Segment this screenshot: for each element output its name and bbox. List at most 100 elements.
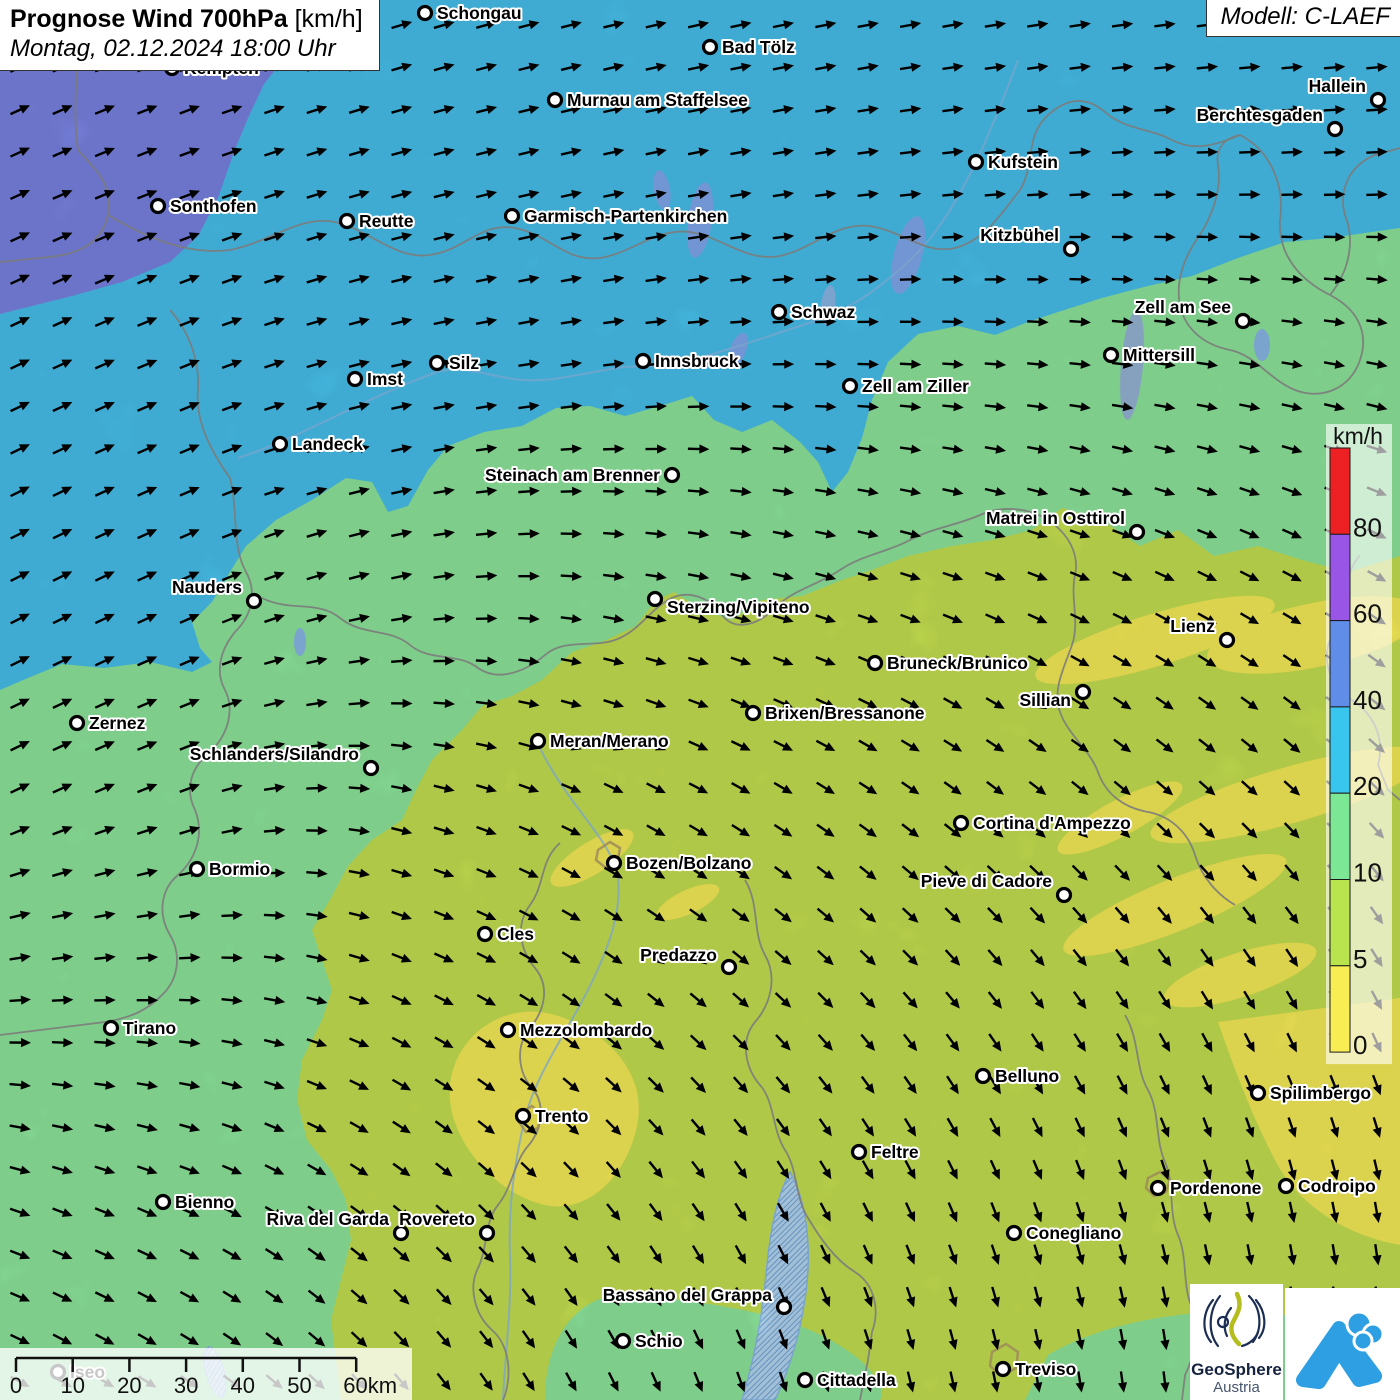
legend-tick-label: 10 — [1353, 858, 1382, 888]
legend-segment — [1330, 448, 1350, 534]
city-label: Matrei in Osttirol — [986, 508, 1125, 528]
legend-segment — [1330, 793, 1350, 879]
city-label: Zell am See — [1135, 297, 1232, 317]
legend-title: km/h — [1333, 423, 1383, 449]
city-label: Bienno — [175, 1192, 234, 1212]
city-label: Schongau — [437, 3, 522, 23]
city-label: Cittadella — [817, 1370, 896, 1390]
city-label: Sonthofen — [170, 196, 257, 216]
city-label: Codroipo — [1298, 1176, 1376, 1196]
legend-tick-label: 5 — [1353, 944, 1367, 974]
scale-tick-label: 30 — [174, 1373, 198, 1398]
scale-tick-label: 10 — [60, 1373, 84, 1398]
city-marker: Garmisch-Partenkirchen — [506, 206, 728, 226]
city-label: Bormio — [209, 859, 270, 879]
city-label: Berchtesgaden — [1197, 105, 1323, 125]
legend: km/h 80 60 40 20 10 5 0 — [1326, 423, 1392, 1064]
city-marker: Sterzing/Vipiteno — [649, 593, 810, 618]
city-label: Hallein — [1309, 76, 1366, 96]
city-marker: Silz — [431, 353, 480, 373]
city-label: Garmisch-Partenkirchen — [524, 206, 727, 226]
city-marker: Brixen/Bressanone — [747, 703, 925, 723]
city-label: Landeck — [292, 434, 363, 454]
legend-segment — [1330, 707, 1350, 793]
legend-segment — [1330, 880, 1350, 966]
city-label: Mezzolombardo — [520, 1020, 652, 1040]
city-label: Meran/Merano — [550, 731, 669, 751]
legend-tick-label: 40 — [1353, 685, 1382, 715]
legend-segment — [1330, 534, 1350, 620]
city-label: Mittersill — [1123, 345, 1195, 365]
legend-tick-label: 80 — [1353, 512, 1382, 542]
city-label: Zernez — [89, 713, 146, 733]
scale-bar-graphic: 0102030405060km — [0, 1348, 412, 1400]
city-marker: Spilimbergo — [1252, 1083, 1372, 1103]
legend-tick-label: 20 — [1353, 771, 1382, 801]
scale-tick-label: 50 — [287, 1373, 311, 1398]
scale-tick-label: 40 — [231, 1373, 255, 1398]
geosphere-country: Austria — [1190, 1379, 1283, 1396]
city-label: Sterzing/Vipiteno — [667, 597, 810, 617]
city-label: Spilimbergo — [1270, 1083, 1371, 1103]
city-label: Trento — [535, 1106, 588, 1126]
scale-tick-label: 20 — [117, 1373, 141, 1398]
geosphere-contour-icon — [1190, 1284, 1283, 1356]
city-marker: Steinach am Brenner — [485, 465, 679, 485]
city-label: Schwaz — [791, 302, 855, 322]
city-marker: Murnau am Staffelsee — [549, 90, 749, 110]
legend-segment — [1330, 966, 1350, 1052]
city-label: Cortina d'Ampezzo — [973, 813, 1131, 833]
city-label: Murnau am Staffelsee — [567, 90, 748, 110]
city-marker: Schio — [617, 1331, 683, 1351]
city-marker: Cles — [479, 924, 535, 944]
city-marker: Zell am Ziller — [844, 376, 970, 396]
city-label: Pieve di Cadore — [921, 871, 1053, 891]
city-label: Brixen/Bressanone — [765, 703, 925, 723]
city-label: Conegliano — [1026, 1223, 1121, 1243]
city-label: Silz — [449, 353, 479, 373]
city-label: Lienz — [1170, 616, 1215, 636]
city-label: Cles — [497, 924, 534, 944]
city-label: Rovereto — [399, 1209, 475, 1229]
model-label: Modell: C-LAEF — [1206, 0, 1400, 37]
partner-logo-box — [1285, 1288, 1400, 1400]
city-label: Kitzbühel — [980, 225, 1059, 245]
city-label: Kufstein — [988, 152, 1058, 172]
city-label: Tirano — [123, 1018, 176, 1038]
city-label: Nauders — [172, 577, 242, 597]
geosphere-logo-box: GeoSphere Austria — [1190, 1284, 1283, 1400]
legend-tick-label: 60 — [1353, 599, 1382, 629]
city-label: Bad Tölz — [722, 37, 795, 57]
city-label: Predazzo — [640, 945, 717, 965]
city-marker: Cortina d'Ampezzo — [955, 813, 1131, 833]
city-marker: Bruneck/Brunico — [869, 653, 1029, 673]
city-label: Steinach am Brenner — [485, 465, 660, 485]
city-label: Schlanders/Silandro — [190, 744, 359, 764]
weather-map-screen: SchongauBad TölzKemptenMurnau am Staffel… — [0, 0, 1400, 1400]
city-label: Imst — [367, 369, 403, 389]
city-marker: Feltre — [853, 1142, 919, 1162]
city-label: Bozen/Bolzano — [626, 853, 751, 873]
legend-tick-label: 0 — [1353, 1030, 1367, 1060]
map-title: Prognose Wind 700hPa [km/h] — [10, 5, 363, 35]
city-label: Bassano del Grappa — [603, 1285, 772, 1305]
map-title-unit: [km/h] — [288, 5, 363, 33]
map-datetime: Montag, 02.12.2024 18:00 Uhr — [10, 35, 363, 63]
map-title-main: Prognose Wind 700hPa — [10, 5, 288, 33]
city-label: Bruneck/Brunico — [887, 653, 1028, 673]
city-label: Sillian — [1019, 690, 1071, 710]
city-label: Innsbruck — [655, 351, 739, 371]
city-label: Treviso — [1015, 1359, 1076, 1379]
city-marker: Bozen/Bolzano — [608, 853, 752, 873]
legend-segment — [1330, 621, 1350, 707]
scale-tick-label: 0 — [10, 1373, 22, 1398]
geosphere-org-name: GeoSphere — [1190, 1361, 1283, 1379]
city-marker: Meran/Merano — [532, 731, 669, 751]
city-marker: Mezzolombardo — [502, 1020, 653, 1040]
wind-map-canvas: SchongauBad TölzKemptenMurnau am Staffel… — [0, 0, 1400, 1400]
title-box: Prognose Wind 700hPa [km/h] Montag, 02.1… — [0, 0, 380, 71]
city-label: Schio — [635, 1331, 683, 1351]
city-label: Belluno — [995, 1066, 1059, 1086]
mountain-cloud-icon — [1285, 1288, 1400, 1400]
city-label: Feltre — [871, 1142, 919, 1162]
